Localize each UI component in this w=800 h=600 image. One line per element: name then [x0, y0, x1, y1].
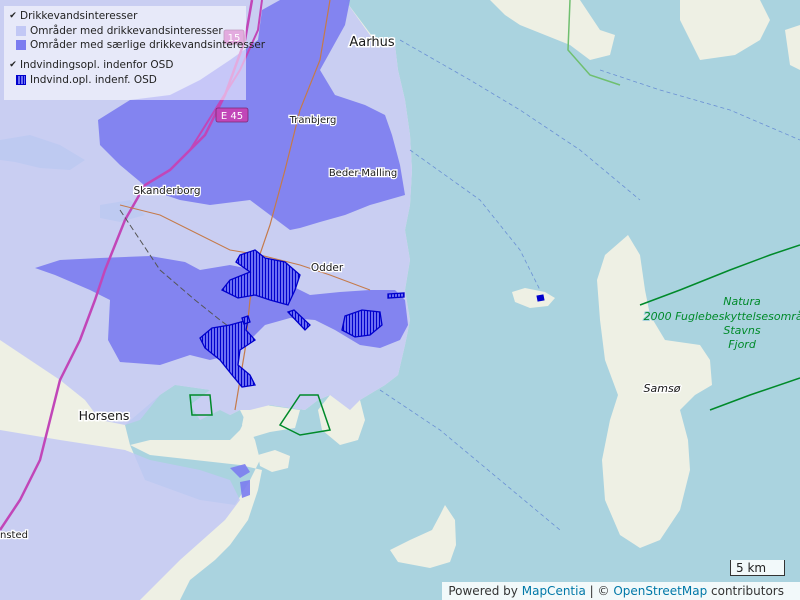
legend-swatch-hatched [16, 75, 26, 85]
svg-text:Stavns: Stavns [723, 324, 761, 337]
layer-legend: ✔ Drikkevandsinteresser Områder med drik… [4, 6, 265, 100]
legend-item-label: Områder med drikkevandsinteresser [30, 25, 223, 37]
svg-text:Natura: Natura [723, 295, 761, 308]
road-shield-e45: E 45 [215, 107, 249, 123]
legend-group-title: Drikkevandsinteresser [20, 10, 138, 22]
place-label-beder-malling: Beder-Malling [329, 168, 397, 179]
legend-group-indvinding[interactable]: ✔ Indvindingsopl. indenfor OSD [8, 59, 173, 71]
indvind-area-5 [387, 292, 405, 299]
legend-item-label: Områder med særlige drikkevandsinteresse… [30, 39, 266, 51]
place-label-aarhus: Aarhus [349, 35, 394, 50]
svg-text:2000 Fuglebeskyttelsesområde: 2000 Fuglebeskyttelsesområde [644, 310, 800, 323]
place-label-tranbjerg: Tranbjerg [289, 115, 337, 126]
svg-text:Fjord: Fjord [728, 338, 757, 351]
svg-text:E 45: E 45 [221, 111, 243, 122]
attribution-suffix: contributors [711, 584, 784, 598]
place-label-samso: Samsø [644, 382, 681, 395]
legend-swatch-odi [16, 26, 26, 36]
legend-group-title: Indvindingsopl. indenfor OSD [20, 59, 174, 71]
scale-label: 5 km [736, 561, 767, 575]
checkbox-checked-icon[interactable]: ✔ [8, 60, 18, 70]
map-attribution: Powered by MapCentia | © OpenStreetMap c… [442, 582, 800, 600]
legend-swatch-osd [16, 40, 26, 50]
openstreetmap-link[interactable]: OpenStreetMap [613, 584, 707, 598]
attribution-separator: | © [589, 584, 610, 598]
legend-item-indvind: Indvind.opl. indenf. OSD [16, 74, 157, 86]
legend-item-label: Indvind.opl. indenf. OSD [30, 74, 157, 86]
attribution-prefix: Powered by [448, 584, 518, 598]
checkbox-checked-icon[interactable]: ✔ [8, 11, 18, 21]
place-label-horsens: Horsens [79, 408, 130, 423]
indvind-area-6 [241, 315, 251, 325]
place-label-hedensted: nsted [0, 530, 28, 541]
mapcentia-link[interactable]: MapCentia [522, 584, 586, 598]
indvind-area-7 [536, 294, 545, 302]
scale-bar: 5 km [730, 560, 785, 576]
legend-item-odi: Områder med drikkevandsinteresser [16, 25, 223, 37]
place-label-odder: Odder [311, 262, 344, 274]
place-label-skanderborg: Skanderborg [134, 185, 201, 197]
legend-group-drikkevand[interactable]: ✔ Drikkevandsinteresser [8, 10, 137, 22]
legend-item-osd: Områder med særlige drikkevandsinteresse… [16, 39, 265, 51]
